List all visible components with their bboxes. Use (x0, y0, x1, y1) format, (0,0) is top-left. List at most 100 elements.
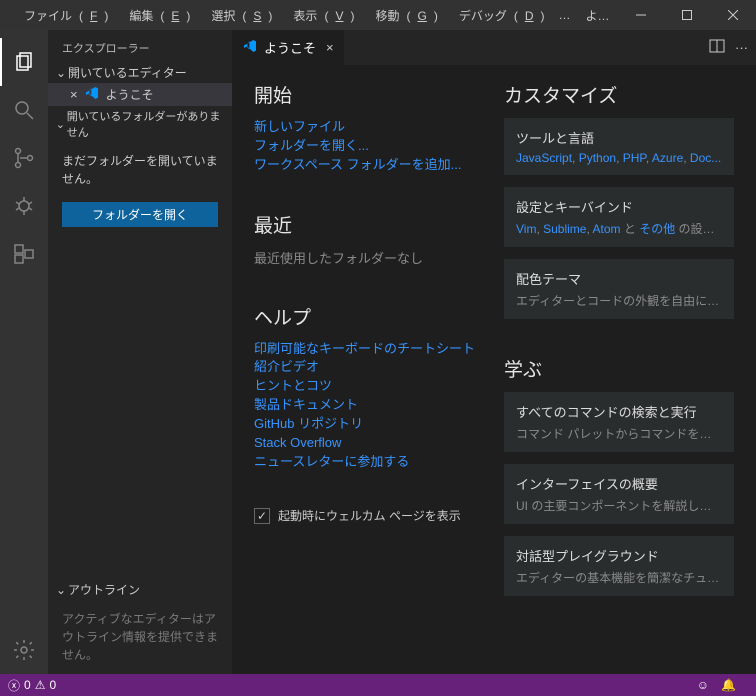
outline-message: アクティブなエディターはアウトライン情報を提供できません。 (48, 600, 232, 674)
maximize-button[interactable] (664, 0, 710, 30)
card-title: ツールと言語 (516, 128, 722, 147)
open-editor-welcome[interactable]: × ようこそ (48, 83, 232, 106)
source-control-icon[interactable] (0, 134, 48, 182)
menu-selection[interactable]: 選択(S) (197, 7, 279, 24)
card-sub: UI の主要コンポーネントを解説した視覚... (516, 497, 722, 514)
kb-sublime[interactable]: Sublime (543, 222, 586, 236)
start-section: 開始 新しいファイル フォルダーを開く... ワークスペース フォルダーを追加.… (254, 81, 484, 175)
card-sub: JavaScript, Python, PHP, Azure, Doc... (516, 151, 722, 165)
card-title: インターフェイスの概要 (516, 474, 722, 493)
window-title: ようこそ - Visual Studi... (578, 7, 619, 24)
help-docs-link[interactable]: 製品ドキュメント (254, 396, 484, 415)
more-actions-icon[interactable]: ··· (735, 40, 748, 55)
card-title: 対話型プレイグラウンド (516, 546, 722, 565)
help-heading: ヘルプ (254, 303, 484, 330)
show-on-startup-row[interactable]: ✓ 起動時にウェルカム ページを表示 (254, 507, 484, 524)
error-icon: ⓧ (8, 677, 20, 694)
recent-heading: 最近 (254, 211, 484, 238)
status-feedback-icon[interactable]: ☺ (697, 678, 709, 692)
help-tips-link[interactable]: ヒントとコツ (254, 377, 484, 396)
close-button[interactable] (710, 0, 756, 30)
extensions-icon[interactable] (0, 230, 48, 278)
activity-bar (0, 30, 48, 674)
explorer-icon[interactable] (0, 38, 48, 86)
card-title: 配色テーマ (516, 269, 722, 288)
settings-gear-icon[interactable] (0, 626, 48, 674)
minimize-button[interactable] (618, 0, 664, 30)
card-sub: エディターの基本機能を簡潔なチュートリ... (516, 569, 722, 586)
menu-file[interactable]: ファイル(F) (10, 7, 115, 24)
status-errors[interactable]: ⓧ0 ⚠0 (8, 677, 56, 694)
chevron-down-icon: ⌄ (54, 66, 68, 80)
kb-others[interactable]: その他 (639, 222, 675, 236)
kb-vim[interactable]: Vim (516, 222, 536, 236)
vscode-icon (242, 38, 258, 57)
card-settings[interactable]: 設定とキーバインド Vim, Sublime, Atom と その他 の設定..… (504, 187, 734, 247)
open-editors-header[interactable]: ⌄ 開いているエディター (48, 62, 232, 83)
add-workspace-link[interactable]: ワークスペース フォルダーを追加... (254, 156, 484, 175)
lang-doc[interactable]: Doc... (690, 151, 721, 165)
menu-go[interactable]: 移動(G) (361, 7, 444, 24)
card-theme[interactable]: 配色テーマ エディターとコードの外観を自由に設定し... (504, 259, 734, 319)
help-so-link[interactable]: Stack Overflow (254, 434, 484, 453)
card-sub: Vim, Sublime, Atom と その他 の設定... (516, 220, 722, 237)
card-sub: エディターとコードの外観を自由に設定し... (516, 292, 722, 309)
close-icon[interactable]: × (326, 40, 334, 55)
learn-heading: 学ぶ (504, 355, 734, 382)
help-github-link[interactable]: GitHub リポジトリ (254, 415, 484, 434)
learn-section: 学ぶ すべてのコマンドの検索と実行 コマンド パレットからコマンドを検索してす.… (504, 355, 734, 596)
menu-edit[interactable]: 編集(E) (115, 7, 197, 24)
recent-section: 最近 最近使用したフォルダーなし (254, 211, 484, 267)
split-editor-icon[interactable] (709, 38, 725, 57)
menu-bar: ファイル(F) 編集(E) 選択(S) 表示(V) 移動(G) デバッグ(D) … (0, 7, 578, 24)
open-folder-link[interactable]: フォルダーを開く... (254, 137, 484, 156)
vscode-icon (84, 85, 100, 104)
help-newsletter-link[interactable]: ニュースレターに参加する (254, 453, 484, 472)
new-file-link[interactable]: 新しいファイル (254, 118, 484, 137)
window-controls (618, 0, 756, 30)
help-section: ヘルプ 印刷可能なキーボードのチートシート 紹介ビデオ ヒントとコツ 製品ドキュ… (254, 303, 484, 472)
card-tools[interactable]: ツールと言語 JavaScript, Python, PHP, Azure, D… (504, 118, 734, 175)
help-cheatsheet-link[interactable]: 印刷可能なキーボードのチートシート (254, 340, 484, 359)
debug-icon[interactable] (0, 182, 48, 230)
show-on-startup-label: 起動時にウェルカム ページを表示 (278, 507, 461, 524)
tab-welcome[interactable]: ようこそ × (232, 30, 344, 65)
outline-header[interactable]: ⌄ アウトライン (48, 579, 232, 600)
kb-atom[interactable]: Atom (593, 222, 621, 236)
customize-heading: カスタマイズ (504, 81, 734, 108)
explorer-sidebar: エクスプローラー ⌄ 開いているエディター × ようこそ ⌄ 開いているフォルダ… (48, 30, 232, 674)
card-ui-overview[interactable]: インターフェイスの概要 UI の主要コンポーネントを解説した視覚... (504, 464, 734, 524)
chevron-down-icon: ⌄ (54, 118, 67, 131)
welcome-page: 開始 新しいファイル フォルダーを開く... ワークスペース フォルダーを追加.… (232, 65, 756, 674)
menu-more[interactable]: … (552, 8, 578, 22)
status-bar: ⓧ0 ⚠0 ☺ 🔔 (0, 674, 756, 696)
close-icon[interactable]: × (70, 87, 78, 102)
chevron-down-icon: ⌄ (54, 583, 68, 597)
lang-azure[interactable]: Azure (652, 151, 683, 165)
no-folder-message: まだフォルダーを開いていません。 (48, 142, 232, 198)
lang-js[interactable]: JavaScript (516, 151, 572, 165)
lang-php[interactable]: PHP (623, 151, 646, 165)
warning-icon: ⚠ (35, 678, 46, 692)
menu-view[interactable]: 表示(V) (279, 7, 361, 24)
card-sub: コマンド パレットからコマンドを検索してす... (516, 425, 722, 442)
customize-section: カスタマイズ ツールと言語 JavaScript, Python, PHP, A… (504, 81, 734, 319)
status-bell-icon[interactable]: 🔔 (721, 678, 736, 692)
start-heading: 開始 (254, 81, 484, 108)
no-folder-header[interactable]: ⌄ 開いているフォルダーがありません (48, 106, 232, 142)
open-folder-button[interactable]: フォルダーを開く (62, 202, 218, 227)
sidebar-title: エクスプローラー (48, 30, 232, 62)
help-video-link[interactable]: 紹介ビデオ (254, 358, 484, 377)
card-playground[interactable]: 対話型プレイグラウンド エディターの基本機能を簡潔なチュートリ... (504, 536, 734, 596)
checkbox-checked-icon[interactable]: ✓ (254, 508, 270, 524)
tab-label: ようこそ (264, 38, 316, 57)
menu-debug[interactable]: デバッグ(D) (445, 7, 552, 24)
editor-area: ようこそ × ··· 開始 新しいファイル フォルダーを開く... ワークスペー… (232, 30, 756, 674)
card-title: 設定とキーバインド (516, 197, 722, 216)
card-title: すべてのコマンドの検索と実行 (516, 402, 722, 421)
open-editor-label: ようこそ (106, 86, 154, 103)
lang-py[interactable]: Python (579, 151, 616, 165)
card-commands[interactable]: すべてのコマンドの検索と実行 コマンド パレットからコマンドを検索してす... (504, 392, 734, 452)
search-icon[interactable] (0, 86, 48, 134)
title-bar: ファイル(F) 編集(E) 選択(S) 表示(V) 移動(G) デバッグ(D) … (0, 0, 756, 30)
